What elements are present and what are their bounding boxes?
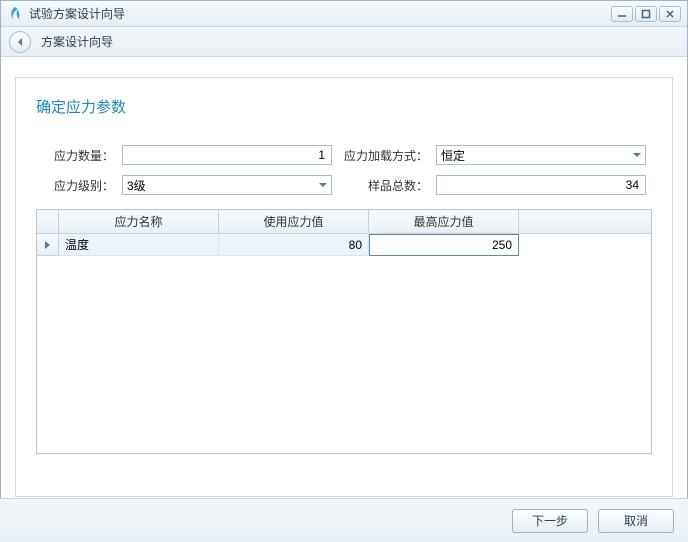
grid-corner <box>37 210 59 233</box>
window-title: 试验方案设计向导 <box>29 5 125 22</box>
breadcrumb-bar: 方案设计向导 <box>1 27 687 57</box>
stress-count-input[interactable] <box>122 145 332 165</box>
title-bar: 试验方案设计向导 <box>1 1 687 27</box>
grid-col-name[interactable]: 应力名称 <box>59 210 219 233</box>
app-icon <box>7 6 23 22</box>
load-mode-label: 应力加载方式： <box>340 147 428 164</box>
cell-stress-name[interactable]: 温度 <box>59 234 219 256</box>
sample-total-input[interactable] <box>436 175 646 195</box>
table-row[interactable]: 温度 80 250 <box>37 234 651 256</box>
chevron-down-icon <box>319 183 327 187</box>
row-indicator-icon <box>45 241 50 249</box>
page-title: 确定应力参数 <box>36 96 652 117</box>
sample-total-label: 样品总数： <box>340 177 428 194</box>
load-mode-select[interactable]: 恒定 <box>436 145 646 165</box>
load-mode-value: 恒定 <box>441 147 629 164</box>
grid-empty-area <box>37 256 651 453</box>
grid-header: 应力名称 使用应力值 最高应力值 <box>37 210 651 234</box>
grid-col-spacer <box>519 210 651 233</box>
window-controls <box>611 6 681 22</box>
breadcrumb: 方案设计向导 <box>41 33 113 50</box>
chevron-down-icon <box>633 153 641 157</box>
stress-grid: 应力名称 使用应力值 最高应力值 温度 80 250 <box>36 209 652 454</box>
next-button[interactable]: 下一步 <box>512 509 588 533</box>
stress-count-label: 应力数量： <box>46 147 114 164</box>
grid-col-use-value[interactable]: 使用应力值 <box>219 210 369 233</box>
stress-level-select[interactable]: 3级 <box>122 175 332 195</box>
cell-max-value[interactable]: 250 <box>369 234 519 256</box>
maximize-button[interactable] <box>635 6 657 22</box>
form-grid: 应力数量： 应力加载方式： 恒定 应力级别： 3级 样品总数： <box>46 145 642 195</box>
stress-level-label: 应力级别： <box>46 177 114 194</box>
grid-col-max-value[interactable]: 最高应力值 <box>369 210 519 233</box>
row-indicator-cell <box>37 234 59 256</box>
stress-level-value: 3级 <box>127 177 315 194</box>
cell-use-value[interactable]: 80 <box>219 234 369 256</box>
cancel-button[interactable]: 取消 <box>598 509 674 533</box>
minimize-button[interactable] <box>611 6 633 22</box>
back-button[interactable] <box>9 31 31 53</box>
footer-bar: 下一步 取消 <box>0 498 688 542</box>
wizard-panel: 确定应力参数 应力数量： 应力加载方式： 恒定 应力级别： 3级 样品总数： 应… <box>15 77 673 497</box>
close-button[interactable] <box>659 6 681 22</box>
